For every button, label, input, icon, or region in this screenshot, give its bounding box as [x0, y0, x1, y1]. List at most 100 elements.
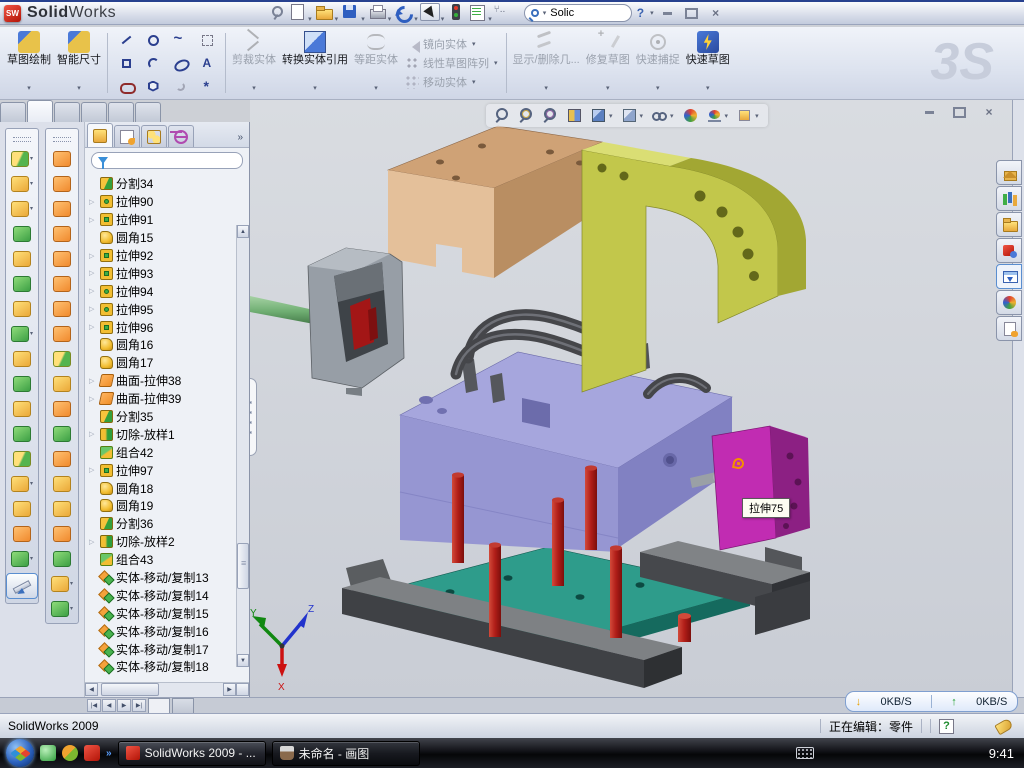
feature-tree-item[interactable]: ▷ 分割36 [87, 515, 249, 533]
expander-icon[interactable]: ▷ [89, 252, 97, 260]
ribbon-tab[interactable] [0, 102, 26, 122]
command-big-button[interactable]: 转换实体引用 ▾ [279, 29, 351, 97]
view-tool-button[interactable]: ▾ [621, 107, 645, 124]
panel-expand-chevron[interactable]: » [233, 132, 247, 147]
tab-dimxpert-manager[interactable] [168, 125, 194, 147]
toolbar-button[interactable] [6, 373, 38, 394]
scrollbar-thumb[interactable] [101, 683, 159, 696]
expander-icon[interactable]: ▷ [89, 430, 97, 438]
feature-tree-item[interactable]: ▷ 拉伸90 [87, 193, 249, 211]
tray-icon[interactable] [886, 746, 900, 760]
toolbar-button[interactable] [6, 148, 38, 169]
minimize-button[interactable] [657, 5, 679, 21]
title-toolbar-button[interactable]: ▾ [314, 3, 340, 24]
toolbar-button[interactable] [6, 548, 38, 569]
sketch-tool-button[interactable] [194, 29, 220, 51]
filter-input[interactable] [91, 152, 243, 169]
prev-tab-button[interactable]: ◀ [102, 699, 116, 712]
toolbar-button[interactable] [6, 398, 38, 419]
sketch-tool-button[interactable] [167, 29, 193, 51]
restore-button[interactable] [681, 5, 703, 21]
toolbar-button[interactable] [46, 173, 78, 194]
view-tool-button[interactable]: ▾ [590, 107, 614, 124]
view-tool-button[interactable] [518, 107, 535, 124]
scroll-down-button[interactable]: ▼ [237, 654, 249, 667]
title-toolbar-button[interactable]: ▾ [467, 3, 493, 24]
toolbar-button[interactable] [46, 373, 78, 394]
feature-tree-item[interactable]: ▷ 组合43 [87, 551, 249, 569]
view-tool-button[interactable] [494, 107, 511, 124]
view-tool-button[interactable] [542, 107, 559, 124]
stacked-command-button[interactable]: 线性草图阵列 ▾ [405, 55, 499, 71]
taskbar-task-button[interactable]: 未命名 - 画图 [272, 741, 420, 766]
feature-tree-item[interactable]: ▷ 拉伸95 [87, 300, 249, 318]
command-big-button[interactable]: 剪裁实体 ▾ [229, 29, 279, 97]
keyboard-layout-icon[interactable] [796, 747, 814, 759]
feature-tree-item[interactable]: ▷ 实体-移动/复制15 [87, 604, 249, 622]
menu-item[interactable] [150, 3, 168, 24]
help-chevron-icon[interactable]: ▾ [650, 9, 654, 17]
next-tab-button[interactable]: ▶ [117, 699, 131, 712]
feature-tree-item[interactable]: ▷ 圆角19 [87, 497, 249, 515]
toolbar-button[interactable] [46, 298, 78, 319]
sketch-tool-button[interactable] [140, 29, 166, 51]
toolbar-button[interactable] [46, 423, 78, 444]
feature-tree-item[interactable]: ▷ 圆角17 [87, 354, 249, 372]
tray-icon[interactable] [867, 746, 881, 760]
red-cylinder-small[interactable] [678, 613, 691, 642]
toolbar-button[interactable] [6, 448, 38, 469]
ribbon-tab[interactable] [54, 102, 80, 122]
feature-tree-item[interactable]: ▷ 拉伸91 [87, 211, 249, 229]
toolbar-button[interactable] [46, 473, 78, 494]
magenta-block[interactable] [712, 426, 810, 550]
expander-icon[interactable]: ▷ [89, 538, 97, 546]
last-tab-button[interactable]: ▶| [132, 699, 146, 712]
toolbar-button[interactable] [46, 573, 78, 594]
scroll-left-button[interactable]: ◀ [85, 683, 98, 696]
feature-tree-item[interactable]: ▷ 拉伸97 [87, 461, 249, 479]
feature-tree-item[interactable]: ▷ 拉伸94 [87, 282, 249, 300]
tray-icon[interactable] [829, 746, 843, 760]
feature-tree-item[interactable]: ▷ 拉伸92 [87, 247, 249, 265]
toolbar-button[interactable] [46, 198, 78, 219]
ribbon-tab[interactable] [108, 102, 134, 122]
task-pane-button[interactable] [996, 212, 1022, 237]
doc-minimize-button[interactable] [918, 105, 940, 119]
toolbar-button[interactable] [6, 523, 38, 544]
feature-tree-item[interactable]: ▷ 拉伸93 [87, 264, 249, 282]
feature-tree-item[interactable]: ▷ 实体-移动/复制16 [87, 622, 249, 640]
expander-icon[interactable]: ▷ [89, 377, 97, 385]
help-button[interactable]: ? [634, 6, 647, 20]
sketch-tool-button[interactable] [113, 75, 139, 97]
exploded-mold-assembly[interactable]: Y Z X [250, 100, 1012, 697]
sketch-tool-button[interactable] [194, 75, 220, 97]
view-tool-button[interactable]: ▾ [651, 107, 675, 124]
quicklaunch-overflow-chevron[interactable]: » [106, 748, 112, 759]
command-big-button[interactable]: 等距实体 ▾ [351, 29, 401, 97]
command-big-button[interactable]: 草图绘制 ▾ [4, 29, 54, 97]
toolbar-button[interactable] [46, 223, 78, 244]
tray-icon[interactable] [905, 746, 919, 760]
command-big-button[interactable]: 快速草图 ▾ [683, 29, 733, 97]
feature-tree-item[interactable]: ▷ 切除-放样2 [87, 533, 249, 551]
toolbar-button[interactable] [6, 498, 38, 519]
toolbar-button[interactable] [46, 598, 78, 619]
toolbar-button[interactable] [6, 248, 38, 269]
task-pane-button[interactable] [996, 316, 1022, 341]
olive-clamp[interactable] [582, 142, 806, 392]
command-big-button[interactable]: 显示/删除几... ▾ [510, 29, 583, 97]
ribbon-tab[interactable] [81, 102, 107, 122]
title-toolbar-button[interactable] [446, 3, 466, 24]
tab-property-manager[interactable] [114, 125, 140, 147]
tree-vertical-scrollbar[interactable]: ▲ ▼ [236, 225, 249, 667]
toolbar-button[interactable] [46, 148, 78, 169]
title-toolbar-button[interactable]: ▾ [287, 3, 313, 24]
sketch-tool-button[interactable] [194, 52, 220, 74]
expander-icon[interactable]: ▷ [89, 466, 97, 474]
title-toolbar-button[interactable] [266, 3, 286, 24]
scroll-up-button[interactable]: ▲ [237, 225, 249, 238]
tray-icon[interactable] [924, 746, 938, 760]
toolbar-button[interactable] [46, 273, 78, 294]
quick-tips-icon[interactable]: ? [939, 719, 954, 734]
sketch-tool-button[interactable] [140, 52, 166, 74]
